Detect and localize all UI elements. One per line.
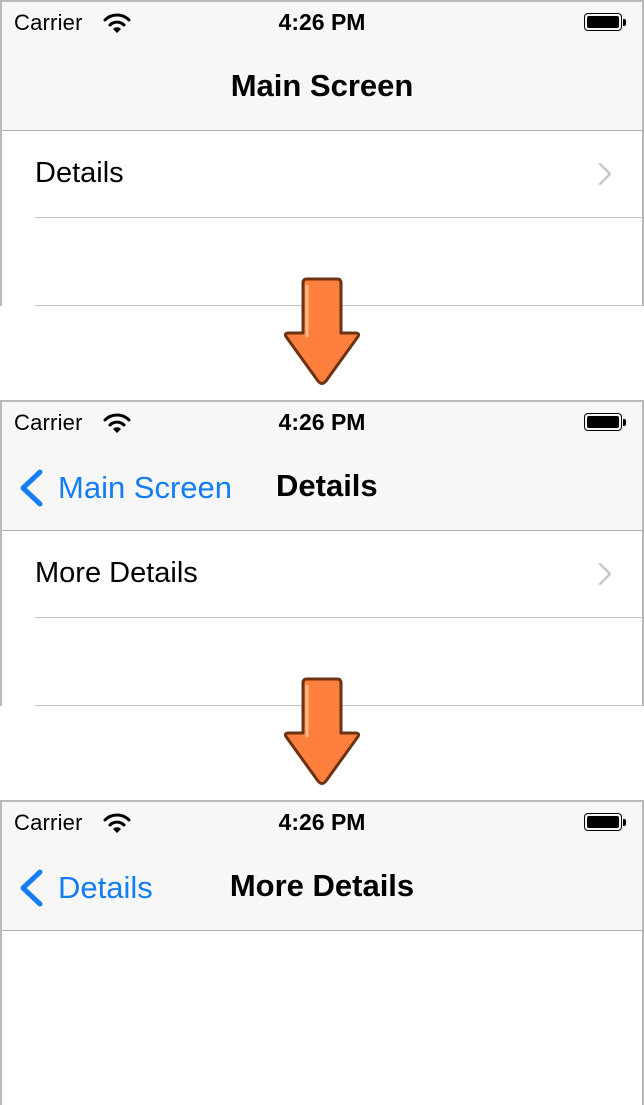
battery-icon (584, 13, 628, 33)
battery-icon (584, 813, 628, 833)
status-time: 4:26 PM (278, 809, 366, 835)
navigation-bar: Carrier 4:26 PM Details More Details (2, 802, 642, 931)
chevron-left-icon (20, 469, 43, 507)
row-separator (35, 217, 642, 218)
nav-title: Main Screen (230, 68, 414, 103)
arrow-down-icon (283, 677, 361, 785)
chevron-right-icon (598, 162, 612, 186)
table-row-details[interactable]: Details (2, 131, 642, 217)
back-button[interactable]: Main Screen (18, 468, 232, 508)
status-time: 4:26 PM (278, 409, 366, 435)
screen-main: Carrier 4:26 PM Main Screen Details (0, 0, 644, 306)
back-button-label: Main Screen (58, 470, 233, 505)
table-row-more-details[interactable]: More Details (2, 531, 642, 617)
row-label: Details (35, 157, 124, 189)
status-time: 4:26 PM (278, 9, 366, 35)
navigation-bar: Carrier 4:26 PM Main Screen (2, 2, 642, 131)
arrow-down-icon (283, 277, 361, 385)
row-separator (35, 617, 642, 618)
status-bar: Carrier 4:26 PM (2, 2, 642, 42)
nav-title: Details (276, 468, 378, 503)
nav-title: More Details (229, 868, 415, 903)
chevron-right-icon (598, 562, 612, 586)
screen-more-details: Carrier 4:26 PM Details More Details (0, 800, 644, 1105)
navigation-bar: Carrier 4:26 PM Main Screen Details (2, 402, 642, 531)
battery-icon (584, 413, 628, 433)
screen-details: Carrier 4:26 PM Main Screen Details More… (0, 400, 644, 706)
status-bar: Carrier 4:26 PM (2, 402, 642, 442)
row-label: More Details (35, 557, 198, 589)
status-bar: Carrier 4:26 PM (2, 802, 642, 842)
